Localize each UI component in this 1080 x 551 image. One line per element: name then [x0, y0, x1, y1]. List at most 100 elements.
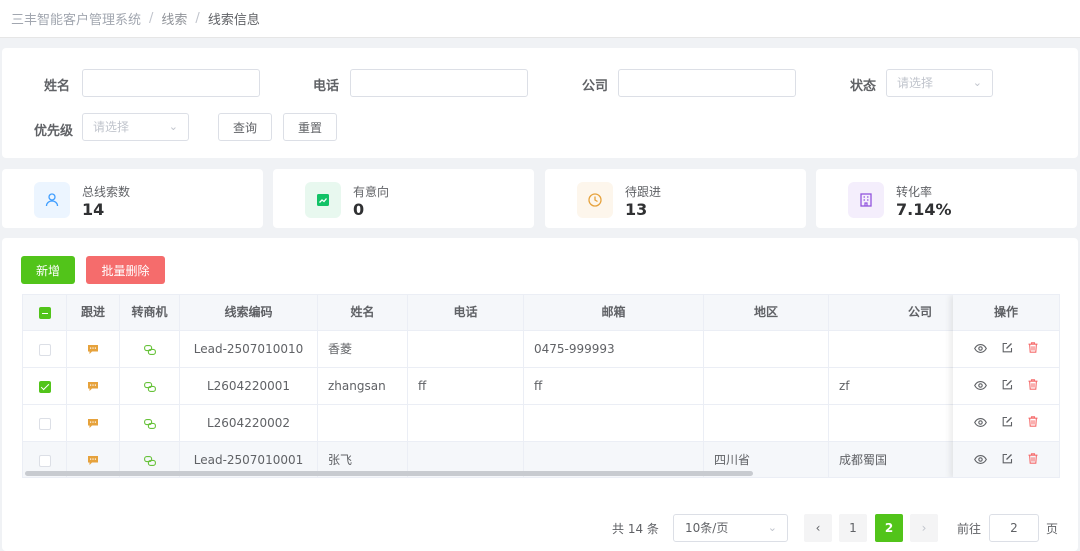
col-region: 地区 [704, 295, 829, 331]
status-select[interactable]: 请选择 ⌄ [886, 69, 993, 97]
row-checkbox[interactable] [38, 343, 51, 356]
chevron-down-icon: ⌄ [767, 521, 777, 534]
reset-button[interactable]: 重置 [283, 113, 337, 141]
company-cell [829, 331, 955, 368]
company-cell: zf [829, 368, 955, 405]
phone-cell [408, 331, 524, 368]
building-icon [848, 182, 884, 218]
goto-page-input[interactable]: 2 [989, 514, 1039, 542]
row-actions [953, 331, 1059, 368]
company-input[interactable] [618, 69, 796, 97]
stat-value: 14 [82, 200, 105, 219]
convert-icon[interactable] [143, 416, 156, 430]
priority-select[interactable]: 请选择 ⌄ [82, 113, 189, 141]
query-button[interactable]: 查询 [218, 113, 272, 141]
row-select-cell [23, 405, 67, 442]
edit-icon[interactable] [1002, 416, 1013, 431]
col-follow: 跟进 [67, 295, 120, 331]
email-cell: ff [524, 368, 704, 405]
breadcrumb-current: 线索信息 [207, 13, 260, 28]
company-label: 公司 [581, 79, 608, 94]
convert-cell [120, 405, 180, 442]
chevron-down-icon: ⌄ [972, 76, 982, 89]
breadcrumb: 三丰智能客户管理系统 / 线索 / 线索信息 [0, 0, 1080, 38]
page-2-button[interactable]: 2 [875, 514, 903, 542]
row-select-cell [23, 368, 67, 405]
delete-icon[interactable] [1028, 378, 1038, 394]
row-actions [953, 405, 1059, 442]
stat-label: 有意向 [353, 185, 390, 199]
view-icon[interactable] [974, 342, 987, 357]
stat-card-total: 总线索数 14 [2, 169, 263, 228]
page-1-button[interactable]: 1 [839, 514, 867, 542]
follow-icon[interactable] [88, 379, 98, 393]
phone-input[interactable] [350, 69, 528, 97]
col-name: 姓名 [318, 295, 408, 331]
phone-cell: ff [408, 368, 524, 405]
code-cell: Lead-2507010010 [180, 331, 318, 368]
region-cell [704, 405, 829, 442]
breadcrumb-separator: / [195, 11, 200, 26]
view-icon[interactable] [974, 379, 987, 394]
page-size-select[interactable]: 10条/页 ⌄ [673, 514, 788, 542]
priority-placeholder: 请选择 [93, 120, 130, 134]
edit-icon[interactable] [1002, 342, 1013, 357]
edit-icon[interactable] [1002, 379, 1013, 394]
convert-icon[interactable] [143, 342, 156, 356]
row-checkbox[interactable] [38, 454, 51, 467]
delete-icon[interactable] [1028, 415, 1038, 431]
clock-icon [577, 182, 613, 218]
horizontal-scrollbar[interactable] [25, 471, 753, 476]
follow-icon[interactable] [88, 342, 98, 356]
table-row[interactable]: Lead-2507010010 香菱 0475-999993 [23, 331, 1059, 368]
email-cell [524, 405, 704, 442]
follow-cell [67, 331, 120, 368]
breadcrumb-separator: / [149, 11, 154, 26]
search-form: 姓名 电话 公司 状态 请选择 ⌄ 优先级 请选择 ⌄ 查询 重置 [2, 48, 1078, 158]
convert-icon[interactable] [143, 453, 156, 467]
name-cell: zhangsan [318, 368, 408, 405]
table-row[interactable]: L2604220001 zhangsan ff ff zf [23, 368, 1059, 405]
delete-icon[interactable] [1028, 341, 1038, 357]
email-cell: 0475-999993 [524, 331, 704, 368]
chevron-right-icon: › [921, 521, 927, 535]
stat-label: 转化率 [896, 185, 933, 199]
follow-icon[interactable] [88, 453, 98, 467]
edit-icon[interactable] [1002, 453, 1013, 468]
batch-delete-button[interactable]: 批量删除 [86, 256, 165, 284]
goto-label: 前往 [957, 522, 982, 536]
phone-label: 电话 [312, 79, 339, 94]
pagination-total: 共 14 条 [612, 522, 659, 536]
trend-up-icon [305, 182, 341, 218]
prev-page-button[interactable]: ‹ [804, 514, 832, 542]
add-button[interactable]: 新增 [21, 256, 75, 284]
row-checkbox[interactable] [38, 417, 51, 430]
user-icon [34, 182, 70, 218]
view-icon[interactable] [974, 416, 987, 431]
follow-icon[interactable] [88, 416, 98, 430]
page-unit-label: 页 [1046, 522, 1059, 536]
lead-table-card: 新增 批量删除 跟进 转商机 线索编码 姓名 电话 邮箱 地区 公司 Lead-… [2, 238, 1078, 551]
company-cell [829, 405, 955, 442]
company-cell: 成都蜀国 [829, 442, 955, 477]
stat-label: 总线索数 [82, 185, 131, 199]
stat-value: 0 [353, 200, 365, 219]
col-company: 公司 [829, 295, 955, 331]
priority-label: 优先级 [33, 124, 73, 139]
name-input[interactable] [82, 69, 260, 97]
breadcrumb-home[interactable]: 三丰智能客户管理系统 [11, 9, 141, 28]
table-row[interactable]: L2604220002 [23, 405, 1059, 442]
col-email: 邮箱 [524, 295, 704, 331]
breadcrumb-leads[interactable]: 线索 [161, 9, 187, 28]
status-label: 状态 [849, 79, 876, 94]
convert-icon[interactable] [143, 379, 156, 393]
stat-value: 13 [625, 200, 648, 219]
view-icon[interactable] [974, 453, 987, 468]
col-convert: 转商机 [120, 295, 180, 331]
row-actions [953, 442, 1059, 477]
stat-value: 7.14% [896, 200, 952, 219]
next-page-button[interactable]: › [910, 514, 938, 542]
delete-icon[interactable] [1028, 452, 1038, 468]
row-checkbox[interactable] [38, 380, 51, 393]
select-all-checkbox[interactable] [38, 306, 51, 319]
